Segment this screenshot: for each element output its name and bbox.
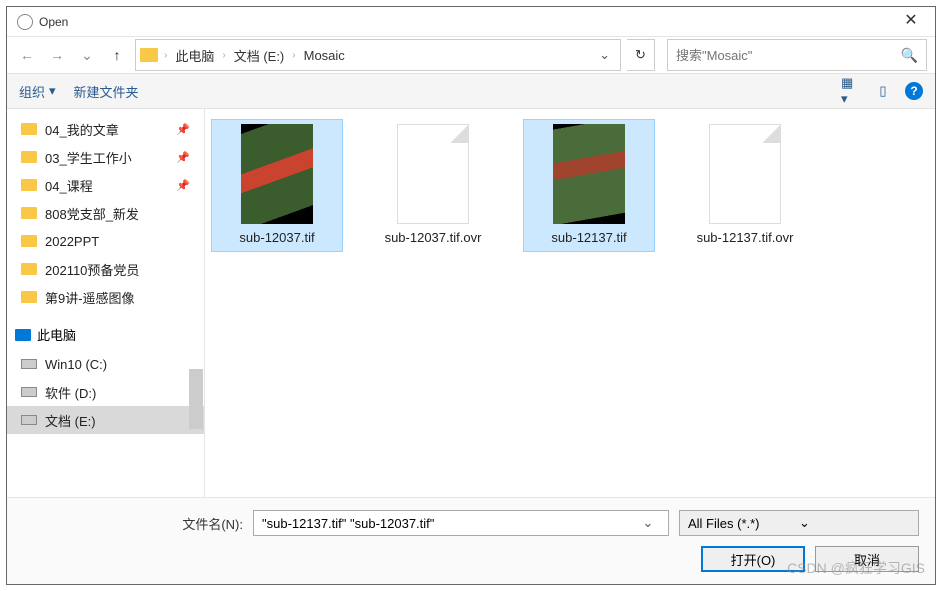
sidebar-drive[interactable]: 文档 (E:) xyxy=(7,406,204,434)
drive-icon xyxy=(21,387,37,397)
search-input[interactable] xyxy=(676,48,893,63)
folder-icon xyxy=(21,151,37,163)
open-button[interactable]: 打开(O) xyxy=(701,546,805,572)
sidebar-item[interactable]: 第9讲-遥感图像 xyxy=(7,283,204,311)
folder-icon xyxy=(21,291,37,303)
drive-icon xyxy=(21,359,37,369)
drive-icon xyxy=(21,415,37,425)
file-type-filter[interactable]: All Files (*.*) ⌄ xyxy=(679,510,919,536)
organize-menu[interactable]: 组织 ▾ xyxy=(19,82,56,101)
file-thumbnail xyxy=(397,124,469,224)
file-name: sub-12137.tif xyxy=(551,230,626,247)
file-name: sub-12037.tif xyxy=(239,230,314,247)
toolbar: 组织 ▾ 新建文件夹 ▦ ▾ ▯ ? xyxy=(7,73,935,109)
cancel-button[interactable]: 取消 xyxy=(815,546,919,572)
search-box[interactable]: 🔍 xyxy=(667,39,927,71)
preview-pane-button[interactable]: ▯ xyxy=(873,81,893,101)
scrollbar-thumb[interactable] xyxy=(189,369,203,429)
folder-icon xyxy=(21,263,37,275)
forward-button[interactable]: → xyxy=(45,43,69,67)
folder-icon xyxy=(21,235,37,247)
filename-dropdown[interactable]: ⌄ xyxy=(636,515,660,531)
filename-input[interactable] xyxy=(262,516,636,531)
breadcrumb[interactable]: › 此电脑 › 文档 (E:) › Mosaic ⌄ xyxy=(135,39,621,71)
file-item[interactable]: sub-12037.tif.ovr xyxy=(367,119,499,252)
search-icon[interactable]: 🔍 xyxy=(901,47,918,64)
chevron-right-icon: › xyxy=(162,50,169,61)
refresh-button[interactable]: ↻ xyxy=(627,39,655,71)
sidebar: 04_我的文章📌03_学生工作小📌04_课程📌808党支部_新发2022PPT2… xyxy=(7,109,205,497)
titlebar: Open ✕ xyxy=(7,7,935,37)
chevron-right-icon: › xyxy=(220,50,227,61)
folder-icon xyxy=(140,48,158,62)
sidebar-drive[interactable]: 软件 (D:) xyxy=(7,378,204,406)
view-options-button[interactable]: ▦ ▾ xyxy=(841,81,861,101)
file-item[interactable]: sub-12137.tif.ovr xyxy=(679,119,811,252)
sidebar-item[interactable]: 04_课程📌 xyxy=(7,171,204,199)
nav-row: ← → ⌄ ↑ › 此电脑 › 文档 (E:) › Mosaic ⌄ ↻ 🔍 xyxy=(7,37,935,73)
recent-dropdown[interactable]: ⌄ xyxy=(75,43,99,67)
folder-icon xyxy=(21,123,37,135)
pin-icon: 📌 xyxy=(176,151,190,164)
filename-label: 文件名(N): xyxy=(23,514,243,533)
file-item[interactable]: sub-12037.tif xyxy=(211,119,343,252)
crumb-root[interactable]: 此电脑 xyxy=(173,46,216,65)
file-name: sub-12037.tif.ovr xyxy=(385,230,482,247)
close-button[interactable]: ✕ xyxy=(891,10,931,34)
chevron-right-icon: › xyxy=(290,50,297,61)
help-button[interactable]: ? xyxy=(905,82,923,100)
back-button[interactable]: ← xyxy=(15,43,39,67)
window-title: Open xyxy=(39,15,891,29)
pin-icon: 📌 xyxy=(176,123,190,136)
sidebar-item[interactable]: 202110预备党员 xyxy=(7,255,204,283)
body: 04_我的文章📌03_学生工作小📌04_课程📌808党支部_新发2022PPT2… xyxy=(7,109,935,497)
crumb-drive[interactable]: 文档 (E:) xyxy=(232,46,287,65)
pc-icon xyxy=(15,329,31,341)
file-thumbnail xyxy=(553,124,625,224)
sidebar-item[interactable]: 03_学生工作小📌 xyxy=(7,143,204,171)
open-dialog: Open ✕ ← → ⌄ ↑ › 此电脑 › 文档 (E:) › Mosaic … xyxy=(6,6,936,585)
folder-icon xyxy=(21,207,37,219)
new-folder-button[interactable]: 新建文件夹 xyxy=(74,82,139,101)
filename-combo[interactable]: ⌄ xyxy=(253,510,669,536)
sidebar-drive[interactable]: Win10 (C:) xyxy=(7,350,204,378)
bottom-panel: 文件名(N): ⌄ All Files (*.*) ⌄ 打开(O) 取消 xyxy=(7,497,935,584)
breadcrumb-dropdown[interactable]: ⌄ xyxy=(593,47,616,63)
folder-icon xyxy=(21,179,37,191)
up-button[interactable]: ↑ xyxy=(105,43,129,67)
chevron-down-icon: ⌄ xyxy=(799,515,910,531)
file-pane[interactable]: sub-12037.tif sub-12037.tif.ovr sub-12137.… xyxy=(205,109,935,497)
chevron-down-icon: ▾ xyxy=(49,83,56,99)
app-icon xyxy=(17,14,33,30)
pin-icon: 📌 xyxy=(176,179,190,192)
file-name: sub-12137.tif.ovr xyxy=(697,230,794,247)
sidebar-item[interactable]: 808党支部_新发 xyxy=(7,199,204,227)
crumb-folder[interactable]: Mosaic xyxy=(302,48,347,63)
sidebar-this-pc[interactable]: 此电脑 xyxy=(7,319,204,350)
file-thumbnail xyxy=(709,124,781,224)
sidebar-item[interactable]: 04_我的文章📌 xyxy=(7,115,204,143)
file-item[interactable]: sub-12137.tif xyxy=(523,119,655,252)
file-thumbnail xyxy=(241,124,313,224)
sidebar-item[interactable]: 2022PPT xyxy=(7,227,204,255)
